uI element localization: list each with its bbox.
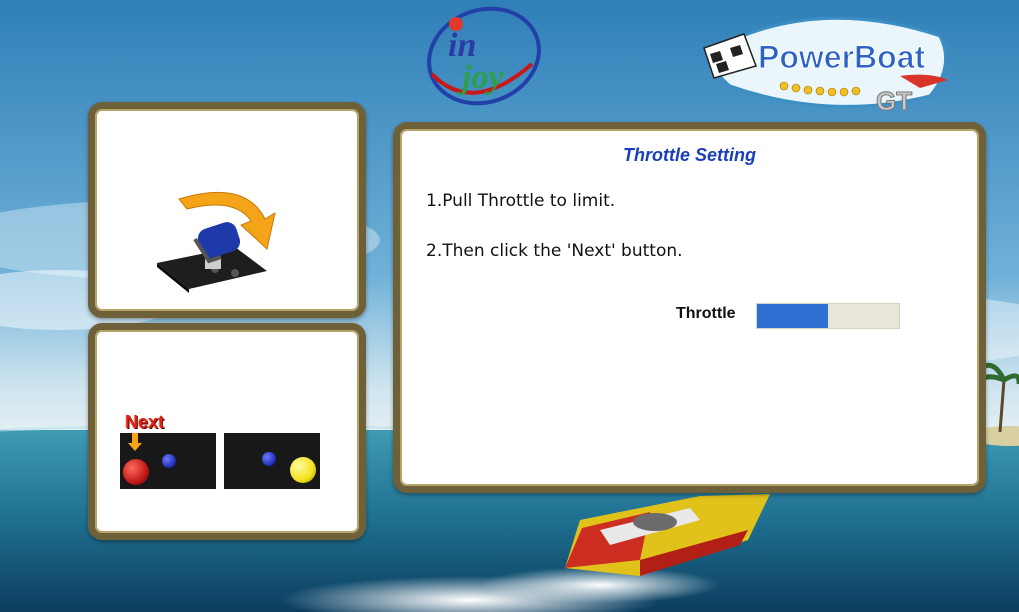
- throttle-level-bar: [756, 303, 900, 329]
- injoy-logo-text-joy: joy: [457, 59, 504, 96]
- powerboat-gt-logo: PowerBoat GT: [703, 16, 948, 117]
- blue-button-icon: [162, 454, 176, 468]
- throttle-lever-illustration: [157, 191, 276, 293]
- button-hint-panel: Next: [88, 323, 366, 540]
- gt-logo-text: GT: [876, 86, 912, 116]
- instruction-step-2: 2.Then click the 'Next' button.: [426, 241, 683, 261]
- throttle-setting-panel: Throttle Setting 1.Pull Throttle to limi…: [393, 122, 986, 493]
- other-buttons-illustration: [224, 433, 320, 489]
- powerboat-logo-text: PowerBoat: [758, 39, 925, 75]
- blue-button-icon: [262, 452, 276, 466]
- panel-title: Throttle Setting: [623, 145, 756, 165]
- game-screen: in joy PowerBoat GT Next Throttle Settin…: [0, 0, 1019, 612]
- next-button-illustration: [120, 433, 216, 489]
- throttle-label: Throttle: [676, 305, 736, 322]
- throttle-level-fill: [757, 304, 828, 328]
- red-next-button-icon: [123, 459, 149, 485]
- injoy-logo: in joy: [427, 6, 541, 106]
- instruction-step-1: 1.Pull Throttle to limit.: [426, 191, 616, 211]
- throttle-illustration-panel: [88, 102, 366, 318]
- yellow-button-icon: [290, 457, 316, 483]
- next-hint-label: Next: [125, 412, 165, 432]
